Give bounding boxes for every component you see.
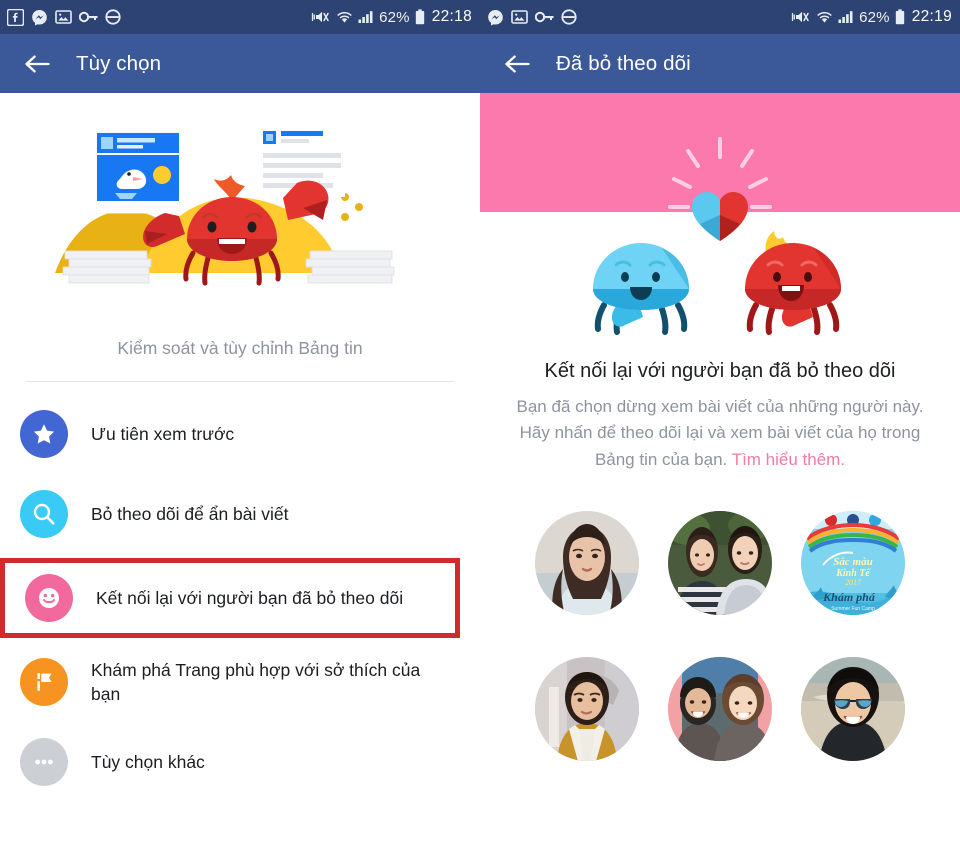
menu-item-kham-pha-trang[interactable]: Khám phá Trang phù hợp với sở thích của … [0,642,480,722]
back-arrow-icon [25,54,50,73]
photo-icon [55,10,72,24]
two-crabs-heart-illustration [480,137,960,344]
menu-item-label: Tùy chọn khác [91,751,205,772]
flag-icon [20,658,68,706]
wifi-icon [817,11,832,23]
menu-item-label: Bỏ theo dõi để ẩn bài viết [91,503,289,524]
svg-text:Summer Fun Camp: Summer Fun Camp [832,606,876,612]
reconnect-description: Bạn đã chọn dừng xem bài viết của những … [480,383,960,473]
status-bar-notification-icons [7,8,121,26]
vpn-key-icon [535,11,554,23]
smiley-face-icon [25,574,73,622]
status-bar-system-icons: 62% 22:19 [791,8,952,26]
left-app-bar: Tùy chọn [0,34,480,93]
battery-percent-label: 62% [859,8,890,26]
vibrate-mute-icon [311,11,329,23]
cellular-signal-icon [358,11,373,23]
avatar-woman-long-hair[interactable] [534,511,639,616]
messenger-icon [32,9,47,26]
crab-newsfeed-illustration [0,93,480,328]
page-title-right: Đã bỏ theo dõi [556,51,691,75]
svg-text:Khám phá: Khám phá [822,590,876,604]
search-icon [20,490,68,538]
left-phone-screen: 62% 22:18 Tùy chọn Kiểm soát và tùy chỉn… [0,0,480,851]
description-text: Bạn đã chọn dừng xem bài viết của những … [516,397,924,469]
dnd-circle-icon [561,9,577,25]
learn-more-link[interactable]: Tìm hiểu thêm. [732,450,845,469]
page-title-left: Tùy chọn [76,51,162,75]
avatar-event-poster[interactable]: Sắc màu Kinh Tế 2017 Khám phá Summer Fun… [801,511,906,616]
reconnect-headline: Kết nối lại với người bạn đã bỏ theo dõi [544,360,896,382]
menu-item-label: Khám phá Trang phù hợp với sở thích của … [91,659,421,704]
back-button-right[interactable] [500,47,534,81]
vpn-key-icon [79,11,98,23]
messenger-icon [488,9,503,26]
menu-item-tuy-chon-khac[interactable]: Tùy chọn khác [0,722,480,802]
avatar-couple-outdoor[interactable] [667,511,772,616]
avatar-man-sunglasses-beach[interactable] [801,657,906,762]
avatar-man-yellow-jacket[interactable] [534,657,639,762]
facebook-icon [7,8,24,26]
svg-text:2017: 2017 [845,578,862,587]
vibrate-mute-icon [791,11,809,23]
right-phone-screen: 62% 22:19 Đã bỏ theo dõi Kết nối lại với… [480,0,960,851]
back-button-left[interactable] [20,47,54,81]
menu-item-uu-tien-xem-truoc[interactable]: Ưu tiên xem trước [0,394,480,474]
menu-item-label: Ưu tiên xem trước [91,423,235,444]
star-icon [20,410,68,458]
battery-icon [895,9,904,25]
right-app-bar: Đã bỏ theo dõi [480,34,960,93]
back-arrow-icon [505,54,530,73]
clock-label: 22:19 [911,8,952,25]
status-bar-notification-icons [487,9,577,26]
svg-text:Sắc màu: Sắc màu [834,556,873,568]
dual-screenshot-container: 62% 22:18 Tùy chọn Kiểm soát và tùy chỉn… [0,0,960,851]
menu-item-bo-theo-doi[interactable]: Bỏ theo dõi để ẩn bài viết [0,474,480,554]
battery-percent-label: 62% [379,8,410,26]
left-status-bar: 62% 22:18 [0,0,480,34]
options-menu-list: Ưu tiên xem trước Bỏ theo dõi để ẩn bài … [0,382,480,802]
status-bar-system-icons: 62% 22:18 [311,8,472,26]
clock-label: 22:18 [431,8,472,25]
battery-icon [415,9,424,25]
cellular-signal-icon [838,11,853,23]
avatar-couple-pink-background[interactable] [667,657,772,762]
dnd-circle-icon [105,9,121,25]
unfollowed-people-grid: Sắc màu Kinh Tế 2017 Khám phá Summer Fun… [480,473,960,762]
right-status-bar: 62% 22:19 [480,0,960,34]
ellipsis-icon [20,738,68,786]
menu-item-label: Kết nối lại với người bạn đã bỏ theo dõi [96,587,404,608]
menu-item-ket-noi-lai-highlighted[interactable]: Kết nối lại với người bạn đã bỏ theo dõi [0,558,460,638]
wifi-icon [337,11,352,23]
newsfeed-caption: Kiểm soát và tùy chỉnh Bảng tin [117,338,363,358]
photo-icon [511,10,528,24]
